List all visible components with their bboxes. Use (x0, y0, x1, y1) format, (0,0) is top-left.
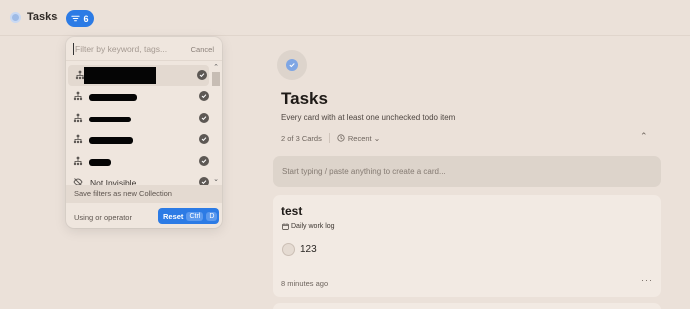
hierarchy-icon (73, 113, 83, 122)
cancel-button[interactable]: Cancel (191, 45, 214, 54)
scroll-down-arrow-icon[interactable]: ⌄ (212, 176, 220, 184)
filter-item[interactable] (66, 129, 211, 150)
text-caret (73, 43, 74, 55)
filter-count: 6 (83, 13, 89, 24)
hierarchy-icon (73, 91, 83, 101)
card-composer[interactable] (273, 156, 661, 187)
app-icon[interactable] (10, 12, 21, 23)
filter-list: Not Invisible (66, 65, 211, 193)
todo-checkbox[interactable] (282, 243, 295, 256)
card-count: 2 of 3 Cards (281, 133, 322, 143)
checked-icon[interactable] (199, 91, 209, 102)
card-title[interactable]: test (281, 204, 302, 218)
hierarchy-icon (73, 156, 83, 165)
checked-icon[interactable] (199, 134, 209, 145)
reset-button[interactable]: Reset Ctrl D (158, 208, 219, 224)
shortcut-key: D (206, 211, 218, 221)
filter-popover: Cancel Not Invisible (66, 37, 222, 228)
redacted-label (89, 137, 133, 145)
filter-item[interactable] (66, 151, 211, 172)
redacted-label (89, 94, 137, 102)
scroll-thumb[interactable] (212, 72, 220, 86)
checked-icon[interactable] (197, 70, 207, 80)
filter-button[interactable]: 6 (66, 10, 94, 27)
filter-item[interactable] (66, 108, 211, 129)
card[interactable]: test Daily work log 123 8 minutes ago ··… (273, 195, 661, 297)
filter-item[interactable] (68, 65, 209, 87)
checked-icon[interactable] (199, 112, 209, 123)
redacted-label (84, 67, 156, 84)
checked-icon[interactable] (199, 155, 209, 166)
shortcut-key: Ctrl (186, 211, 204, 221)
divider (328, 133, 330, 143)
more-icon[interactable]: ··· (641, 275, 653, 285)
tag-label: Daily work log (291, 223, 335, 230)
card-tag[interactable]: Daily work log (282, 223, 335, 230)
filter-search-input[interactable] (75, 41, 185, 57)
card-timestamp: 8 minutes ago (281, 279, 329, 288)
clock-icon (337, 134, 345, 142)
sort-dropdown[interactable]: Recent (348, 134, 372, 143)
filter-scrollbar[interactable]: ⌃ ⌄ (212, 64, 220, 184)
composer-input[interactable] (282, 164, 642, 178)
card[interactable] (273, 303, 661, 309)
filter-search-bar: Cancel (66, 37, 222, 61)
chevron-down-icon[interactable]: ⌄ (374, 134, 381, 143)
top-bar: Tasks ⌄ 6 (0, 0, 690, 36)
reset-label: Reset (163, 211, 184, 221)
page-icon[interactable] (277, 50, 307, 80)
calendar-icon (282, 223, 289, 230)
page-title: Tasks (281, 89, 328, 108)
redacted-label (89, 116, 131, 122)
save-collection-button[interactable]: Save filters as new Collection (66, 185, 222, 203)
hierarchy-icon (73, 134, 83, 144)
redacted-label (89, 158, 111, 166)
filter-icon (71, 15, 81, 22)
page-meta: 2 of 3 Cards Recent ⌄ (281, 132, 380, 144)
operator-toggle[interactable]: Using or operator (74, 213, 132, 222)
check-circle-icon (286, 59, 298, 71)
todo-text[interactable]: 123 (300, 244, 317, 255)
chevron-down-icon[interactable]: ⌄ (52, 12, 60, 23)
filter-footer: Using or operator Reset Ctrl D (66, 203, 222, 228)
page-subtitle: Every card with at least one unchecked t… (281, 113, 456, 122)
collapse-chevron-icon[interactable]: ⌃ (640, 131, 648, 142)
filter-item[interactable] (66, 86, 211, 107)
scroll-up-arrow-icon[interactable]: ⌃ (212, 64, 220, 72)
